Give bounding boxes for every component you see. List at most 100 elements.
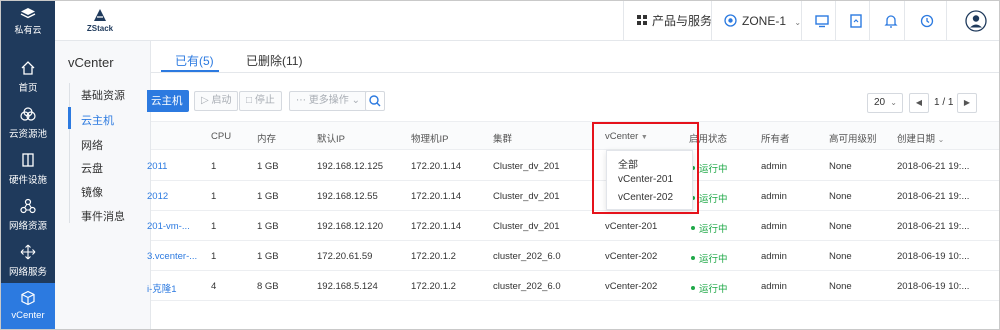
subnav-active-indicator [68,107,71,129]
tab-deleted[interactable]: 已删除(11) [246,52,302,69]
subnav-rail [69,83,70,223]
chevron-right-icon: ▶ [963,98,971,107]
status-dot [691,256,695,261]
divider [835,1,836,41]
play-icon: ▷ [201,95,209,106]
cell-memory-text: 1 GB [257,191,279,202]
cell-memory: 1 GB [257,191,279,202]
create-vm-button[interactable]: 云主机 [147,90,189,112]
column-header-host-ip[interactable]: 物理机IP [411,131,448,145]
cell-cluster: Cluster_dv_201 [493,221,560,232]
nav-item-cloud-resource[interactable]: 云资源池 [1,99,55,145]
ellipsis-icon: ⋯ [296,95,306,106]
cell-name-text: 2011 [147,161,168,172]
cell-vcenter: vCenter-202 [605,251,657,262]
report-icon[interactable] [847,12,865,30]
cell-ha-level-text: None [829,221,852,232]
nav-item-home[interactable]: 首页 [1,53,55,99]
clock-icon[interactable] [918,12,936,30]
table-row[interactable]: 2011 1 1 GB 192.168.12.125 172.20.1.14 Cluste… [147,151,999,181]
cell-owner-text: admin [761,191,787,202]
cell-vcenter: vCenter-201 [605,221,657,232]
cell-default-ip: 192.168.12.120 [317,221,383,232]
table-row[interactable]: 2012 1 1 GB 192.168.12.55 172.20.1.14 Cluster… [147,181,999,211]
divider [801,1,802,41]
subnav-item-events[interactable]: 事件消息 [81,208,125,224]
cell-cpu: 1 [211,221,216,232]
table-row[interactable]: 3.vcenter-... 1 1 GB 172.20.61.59 172.20.1.2… [147,241,999,271]
table-row[interactable]: 201-vm-... 1 1 GB 192.168.12.120 172.20.1.14… [147,211,999,241]
cell-name-text: 3.vcenter-... [147,251,198,262]
cell-vcenter-text: vCenter-202 [605,281,658,292]
subnav-item-network[interactable]: 网络 [81,137,103,153]
main-content: 已有(5) 已删除(11) 云主机 ▷ 启动 □ 停止 ⋯ 更多操作 ⌄ 20 … [147,41,999,329]
column-header-created[interactable]: 创建日期 ⌄ [897,131,944,145]
chevron-down-icon: ⌄ [890,98,897,107]
cell-memory: 1 GB [257,161,279,172]
cell-name[interactable]: 201-vm-... [147,221,190,232]
cell-ha-level: None [829,191,852,202]
subnav-item-vm-instances[interactable]: 云主机 [81,112,114,128]
column-header-cpu[interactable]: CPU [211,131,231,142]
private-cloud-logo-icon [20,8,36,19]
zstack-logo[interactable]: ZStack [83,7,113,35]
nav-item-hardware[interactable]: 硬件设施 [1,145,55,191]
start-button[interactable]: ▷ 启动 [194,91,239,111]
cell-cpu-text: 1 [211,221,217,232]
cell-memory: 1 GB [257,221,279,232]
tab-existing[interactable]: 已有(5) [175,52,214,69]
cell-created-text: 2018-06-19 10:... [897,281,970,292]
cell-name[interactable]: 2011 [147,161,167,172]
divider [946,1,947,41]
subnav-item-volumes[interactable]: 云盘 [81,160,103,176]
column-header-owner[interactable]: 所有者 [761,131,790,145]
column-header-cluster[interactable]: 集群 [493,131,512,145]
cell-state: 运行中 [691,251,728,265]
page-size-select[interactable]: 20 ⌄ [867,93,903,113]
cell-memory-text: 1 GB [257,221,279,232]
top-header: ZStack 产品与服务 ZONE-1 ⌄ [55,1,999,41]
cell-host-ip-text: 172.20.1.14 [411,221,462,232]
cell-name[interactable]: 3.vcenter-... [147,251,197,262]
subnav-item-basic-resources[interactable]: 基础资源 [81,87,125,103]
grid-icon [637,15,647,26]
column-header-ha-level[interactable]: 高可用级别 [829,131,877,145]
cell-vcenter-text: vCenter-201 [605,221,658,232]
cell-ha-level-text: None [829,191,852,202]
cell-name[interactable]: 2012 [147,191,168,202]
zone-selector[interactable]: ZONE-1 ⌄ [724,9,801,33]
cell-host-ip-text: 172.20.1.2 [411,251,456,262]
nav-item-network-service[interactable]: 网络服务 [1,237,55,283]
cell-name-text: 201-vm-... [147,221,190,232]
more-actions-button[interactable]: ⋯ 更多操作 ⌄ [289,91,367,111]
prev-page-button[interactable]: ◀ [909,93,929,113]
column-header-default-ip[interactable]: 默认IP [317,131,345,145]
cell-created: 2018-06-19 10:... [897,251,969,262]
column-header-memory[interactable]: 内存 [257,131,276,145]
cell-owner: admin [761,221,787,232]
cell-default-ip: 192.168.12.55 [317,191,378,202]
search-button[interactable] [365,91,385,111]
nav-item-network-resource[interactable]: 网络资源 [1,191,55,237]
bell-icon[interactable] [882,12,900,30]
stop-button[interactable]: □ 停止 [239,91,282,111]
cell-created: 2018-06-19 10:... [897,281,969,292]
search-icon [369,95,381,107]
next-page-button[interactable]: ▶ [957,93,977,113]
brand[interactable]: 私有云 [1,1,55,41]
cell-default-ip-text: 192.168.12.120 [317,221,384,232]
products-services-button[interactable]: 产品与服务 [637,9,712,33]
nav-item-vcenter[interactable]: vCenter [1,283,55,329]
avatar[interactable] [965,10,987,32]
cell-name[interactable]: i-克隆1 [147,281,177,295]
cell-cpu-text: 4 [211,281,217,292]
table-row[interactable]: i-克隆1 4 8 GB 192.168.5.124 172.20.1.2 cluster… [147,271,999,301]
monitor-icon[interactable] [813,12,831,30]
subnav-item-images[interactable]: 镜像 [81,184,103,200]
divider [904,1,905,41]
chevron-down-icon: ⌄ [937,135,945,144]
cell-host-ip: 172.20.1.2 [411,251,456,262]
nav-label: 网络服务 [8,267,47,278]
vcenter-cube-icon [21,290,35,306]
cell-host-ip: 172.20.1.14 [411,221,461,232]
